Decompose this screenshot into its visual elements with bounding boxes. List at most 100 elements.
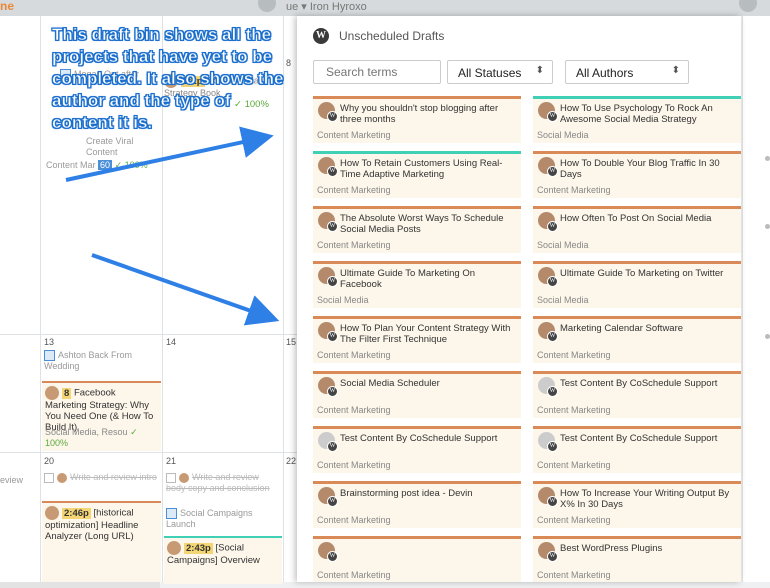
day-number: 13: [44, 337, 55, 347]
calendar-row-line: [0, 334, 300, 335]
draft-card[interactable]: W Best WordPress Plugins Content Marketing: [533, 536, 741, 582]
dropdown-arrow-icon: ⬍: [535, 65, 544, 76]
author-filter-select[interactable]: All Authors ⬍: [565, 60, 689, 84]
draft-card[interactable]: W How To Plan Your Content Strategy With …: [313, 316, 521, 363]
draft-card[interactable]: W Why you shouldn't stop blogging after t…: [313, 96, 521, 143]
calendar-post-card[interactable]: 8 Facebook Marketing Strategy: Why You N…: [42, 381, 161, 451]
annotation-callout: This draft bin shows all the projects th…: [52, 25, 284, 133]
draft-title: Brainstorming post idea - Devin: [340, 488, 473, 499]
draft-category: Content Marketing: [537, 515, 611, 525]
wordpress-badge-icon: W: [327, 331, 338, 342]
author-avatar: W: [538, 487, 558, 507]
brand-fragment: ne: [0, 0, 15, 13]
draft-card[interactable]: W Ultimate Guide To Marketing on Twitter S…: [533, 261, 741, 308]
draft-title: Best WordPress Plugins: [560, 543, 663, 554]
draft-title: How Often To Post On Social Media: [560, 213, 712, 224]
draft-category: Content Marketing: [537, 350, 611, 360]
nav-circle-icon[interactable]: [258, 0, 276, 12]
campaign-icon: [166, 508, 177, 520]
draft-category: Social Media: [317, 295, 369, 305]
calendar-card-meta: Content Mar 60 ✓ 100%: [46, 160, 148, 170]
draft-card[interactable]: W How To Retain Customers Using Real-Time…: [313, 151, 521, 198]
draft-title: Test Content By CoSchedule Support: [560, 378, 718, 389]
status-filter-select[interactable]: All Statuses ⬍: [447, 60, 553, 84]
draft-category: Content Marketing: [317, 350, 391, 360]
author-avatar: W: [318, 212, 338, 232]
calendar-event-partial: eview: [0, 475, 24, 485]
indicator-dot: [765, 224, 770, 229]
draft-card[interactable]: W Content Marketing: [313, 536, 521, 582]
calendar-post-card[interactable]: 2:43p [Social Campaigns] Overview: [164, 536, 282, 584]
checkbox-icon[interactable]: [166, 472, 176, 483]
wordpress-badge-icon: W: [327, 441, 338, 452]
draft-card[interactable]: W Brainstorming post idea - Devin Content …: [313, 481, 521, 528]
right-side-strip: [742, 16, 770, 582]
draft-card[interactable]: W The Absolute Worst Ways To Schedule Soc…: [313, 206, 521, 253]
draft-title: Why you shouldn't stop blogging after th…: [340, 103, 499, 125]
author-avatar: W: [318, 157, 338, 177]
wordpress-badge-icon: W: [547, 551, 558, 562]
calendar-post-card[interactable]: 2:46p [historical optimization] Headline…: [42, 501, 161, 584]
task-item[interactable]: Write and review body copy and conclusio…: [166, 472, 280, 494]
wordpress-badge-icon: W: [327, 386, 338, 397]
wordpress-badge-icon: W: [547, 386, 558, 397]
draft-card[interactable]: W How To Double Your Blog Traffic In 30 D…: [533, 151, 741, 198]
author-avatar: W: [538, 542, 558, 562]
day-number: 20: [44, 456, 55, 466]
author-avatar: W: [318, 267, 338, 287]
search-input[interactable]: [313, 60, 441, 84]
draft-category: Content Marketing: [537, 570, 611, 580]
wordpress-badge-icon: W: [547, 111, 558, 122]
draft-title: Marketing Calendar Software: [560, 323, 684, 334]
draft-card[interactable]: W How To Use Psychology To Rock An Awesom…: [533, 96, 741, 143]
stats-badge: 60: [98, 160, 113, 170]
draft-card[interactable]: W Test Content By CoSchedule Support Conte…: [533, 371, 741, 418]
author-avatar: W: [318, 487, 338, 507]
day-number: 15: [286, 337, 297, 347]
draft-title: Ultimate Guide To Marketing on Twitter: [560, 268, 724, 279]
calendar-event-partial: Create Viral Content: [86, 136, 134, 157]
author-avatar: W: [318, 377, 338, 397]
draft-category: Content Marketing: [317, 130, 391, 140]
wordpress-badge-icon: W: [547, 441, 558, 452]
draft-title: Social Media Scheduler: [340, 378, 440, 389]
draft-category: Content Marketing: [317, 240, 391, 250]
draft-card[interactable]: W How To Increase Your Writing Output By …: [533, 481, 741, 528]
wordpress-badge-icon: W: [547, 276, 558, 287]
draft-title: Test Content By CoSchedule Support: [560, 433, 718, 444]
draft-card[interactable]: W Test Content By CoSchedule Support Conte…: [533, 426, 741, 473]
day-number: 21: [166, 456, 177, 466]
author-avatar: W: [318, 542, 338, 562]
author-avatar: W: [318, 102, 338, 122]
filter-bar: All Statuses ⬍ All Authors ⬍: [313, 60, 733, 86]
draft-category: Content Marketing: [317, 185, 391, 195]
draft-card[interactable]: W Marketing Calendar Software Content Mark…: [533, 316, 741, 363]
draft-category: Social Media: [537, 295, 589, 305]
checkbox-icon[interactable]: [44, 472, 54, 483]
wordpress-badge-icon: W: [327, 551, 338, 562]
draft-category: Content Marketing: [537, 460, 611, 470]
wordpress-badge-icon: W: [327, 221, 338, 232]
calendar-event[interactable]: Social Campaigns Launch: [166, 508, 280, 530]
task-item[interactable]: Write and review intro: [44, 472, 158, 483]
draft-category: Content Marketing: [317, 460, 391, 470]
author-avatar: [179, 472, 189, 483]
draft-card[interactable]: W Ultimate Guide To Marketing On Facebook…: [313, 261, 521, 308]
panel-header: W Unscheduled Drafts: [297, 16, 741, 56]
day-number: 14: [166, 337, 177, 347]
author-avatar: [167, 541, 181, 555]
nav-circle-icon-right[interactable]: [739, 0, 757, 12]
draft-category: Content Marketing: [537, 405, 611, 415]
wordpress-badge-icon: W: [327, 276, 338, 287]
scrollbar[interactable]: [0, 582, 160, 588]
nav-fragment: ue ▾ Iron Hyroxo: [286, 1, 367, 13]
draft-card[interactable]: W How Often To Post On Social Media Social…: [533, 206, 741, 253]
wordpress-badge-icon: W: [327, 111, 338, 122]
author-avatar: W: [538, 102, 558, 122]
draft-card[interactable]: W Test Content By CoSchedule Support Conte…: [313, 426, 521, 473]
draft-card[interactable]: W Social Media Scheduler Content Marketing: [313, 371, 521, 418]
indicator-dot: [765, 156, 770, 161]
calendar-event[interactable]: Ashton Back From Wedding: [44, 350, 158, 372]
draft-title: How To Double Your Blog Traffic In 30 Da…: [560, 158, 720, 180]
calendar-column-line: [40, 16, 41, 582]
